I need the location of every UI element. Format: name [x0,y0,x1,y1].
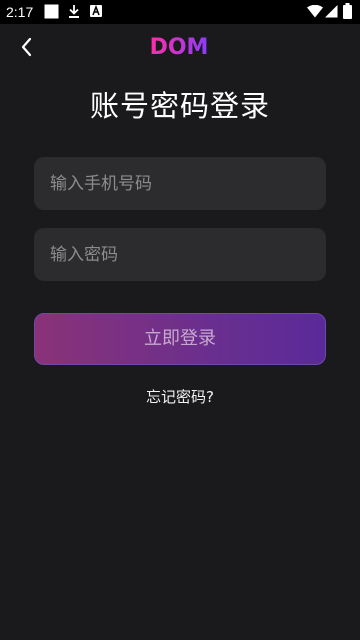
password-input[interactable] [50,228,310,281]
logo-text: DOM [150,35,209,58]
login-screen: DOM 账号密码登录 立即登录 忘记密码? [0,24,360,640]
forgot-password-link[interactable]: 忘记密码? [0,386,360,408]
back-button[interactable] [12,32,42,62]
download-icon [69,5,79,18]
wifi-icon [307,5,323,18]
status-bar: 2:17 [0,0,360,24]
top-bar: DOM [0,24,360,68]
chevron-left-icon [21,37,32,57]
font-a-icon [90,4,102,17]
login-button[interactable]: 立即登录 [34,313,326,365]
status-time: 2:17 [6,4,34,20]
signal-icon [325,5,338,18]
phone-field [34,157,326,210]
phone-input[interactable] [50,157,310,210]
battery-icon [343,3,352,19]
notification-square-icon [44,4,59,19]
dom-logo: DOM [150,35,209,58]
password-field [34,228,326,281]
page-title: 账号密码登录 [89,89,270,123]
